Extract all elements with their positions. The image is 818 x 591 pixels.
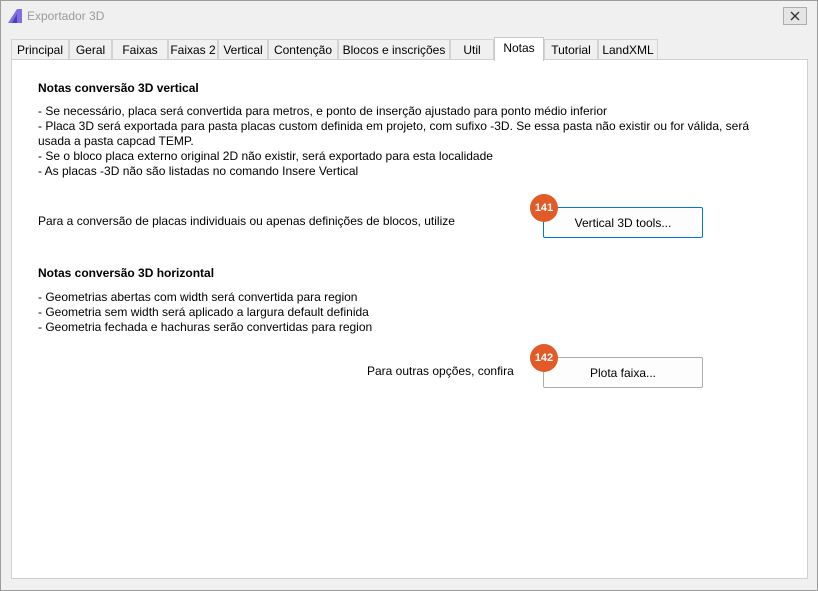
tab-strip: Principal Geral Faixas Faixas 2 Vertical… — [11, 37, 811, 61]
vertical-prompt: Para a conversão de placas individuais o… — [38, 214, 455, 228]
main-window: Exportador 3D Principal Geral Faixas Fai… — [0, 0, 818, 591]
tab-contencao[interactable]: Contenção — [268, 39, 338, 59]
horizontal-prompt: Para outras opções, confira — [367, 364, 514, 378]
annotation-badge: 142 — [530, 344, 558, 372]
vertical-note-line: usada a pasta capcad TEMP. — [38, 134, 194, 148]
horizontal-note-line: - Geometrias abertas com width será conv… — [38, 290, 358, 304]
vertical-note-line: - Se necessário, placa será convertida p… — [38, 104, 607, 118]
tab-faixas[interactable]: Faixas — [112, 39, 168, 59]
horizontal-note-line: - Geometria fechada e hachuras serão con… — [38, 320, 373, 334]
app-logo-icon — [8, 9, 22, 23]
tab-faixas-2[interactable]: Faixas 2 — [168, 39, 218, 59]
tab-principal[interactable]: Principal — [11, 39, 69, 59]
vertical-3d-tools-button[interactable]: Vertical 3D tools... — [543, 207, 703, 238]
vertical-note-line: - Placa 3D será exportada para pasta pla… — [38, 119, 750, 133]
tab-blocos-e-inscricoes[interactable]: Blocos e inscrições — [338, 39, 450, 59]
tab-geral[interactable]: Geral — [69, 39, 112, 59]
horizontal-note-line: - Geometria sem width será aplicado a la… — [38, 305, 369, 319]
notas-panel: Notas conversão 3D vertical - Se necessá… — [11, 59, 808, 579]
vertical-note-line: - Se o bloco placa externo original 2D n… — [38, 149, 493, 163]
plota-faixa-button[interactable]: Plota faixa... — [543, 357, 703, 388]
horizontal-heading: Notas conversão 3D horizontal — [38, 266, 215, 280]
title-bar: Exportador 3D — [1, 1, 817, 31]
tab-landxml[interactable]: LandXML — [598, 39, 658, 59]
window-title: Exportador 3D — [27, 9, 105, 23]
close-button[interactable] — [783, 7, 807, 25]
vertical-heading: Notas conversão 3D vertical — [38, 81, 199, 95]
tab-util[interactable]: Util — [450, 39, 494, 59]
tab-tutorial[interactable]: Tutorial — [544, 39, 598, 59]
close-icon — [790, 11, 800, 21]
annotation-badge: 141 — [530, 194, 558, 222]
tab-vertical[interactable]: Vertical — [218, 39, 268, 59]
vertical-note-line: - As placas -3D não são listadas no coma… — [38, 164, 359, 178]
tab-notas[interactable]: Notas — [494, 37, 544, 61]
